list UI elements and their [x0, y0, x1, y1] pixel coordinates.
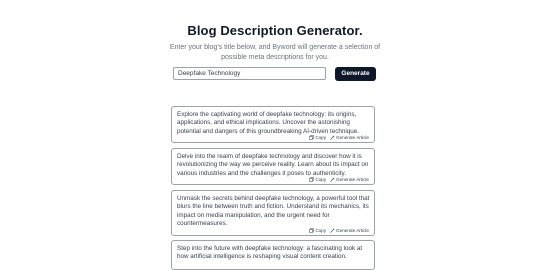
page-title: Blog Description Generator.: [187, 23, 363, 38]
generate-article-label: Generate Article: [336, 177, 369, 182]
result-text: Step into the future with deepfake techn…: [177, 245, 363, 261]
copy-icon: [309, 177, 315, 182]
page-subtitle: Enter your blog's title below, and Bywor…: [169, 44, 381, 61]
generate-article-label: Generate Article: [336, 228, 369, 233]
result-card: Unmask the secrets behind deepfake techn…: [171, 190, 375, 236]
copy-icon: [309, 135, 315, 140]
generate-article-label: Generate Article: [336, 135, 369, 140]
result-card: Explore the captivating world of deepfak…: [171, 106, 375, 143]
copy-button[interactable]: Copy: [309, 135, 326, 140]
result-text: Unmask the secrets behind deepfake techn…: [177, 195, 370, 228]
generate-article-button[interactable]: Generate Article: [330, 135, 369, 140]
result-text: Explore the captivating world of deepfak…: [177, 111, 360, 135]
search-row: Generate: [173, 67, 376, 82]
result-card: Delve into the realm of deepfake technol…: [171, 148, 375, 185]
card-actions: Copy Generate Article: [309, 227, 369, 234]
card-actions: Copy Generate Article: [309, 176, 369, 183]
copy-button[interactable]: Copy: [309, 177, 326, 182]
card-actions: Copy Generate Article: [309, 134, 369, 141]
result-text: Delve into the realm of deepfake technol…: [177, 153, 369, 177]
generate-button[interactable]: Generate: [335, 67, 376, 81]
blog-title-input[interactable]: [173, 67, 326, 80]
copy-label: Copy: [315, 228, 327, 233]
copy-button[interactable]: Copy: [309, 228, 326, 233]
generate-article-button[interactable]: Generate Article: [330, 228, 369, 233]
generate-article-button[interactable]: Generate Article: [330, 177, 369, 182]
copy-label: Copy: [315, 177, 327, 182]
result-card: Step into the future with deepfake techn…: [171, 240, 375, 270]
copy-icon: [309, 228, 315, 233]
copy-label: Copy: [315, 135, 327, 140]
magic-wand-icon: [330, 228, 335, 233]
magic-wand-icon: [330, 177, 335, 182]
magic-wand-icon: [330, 135, 335, 140]
